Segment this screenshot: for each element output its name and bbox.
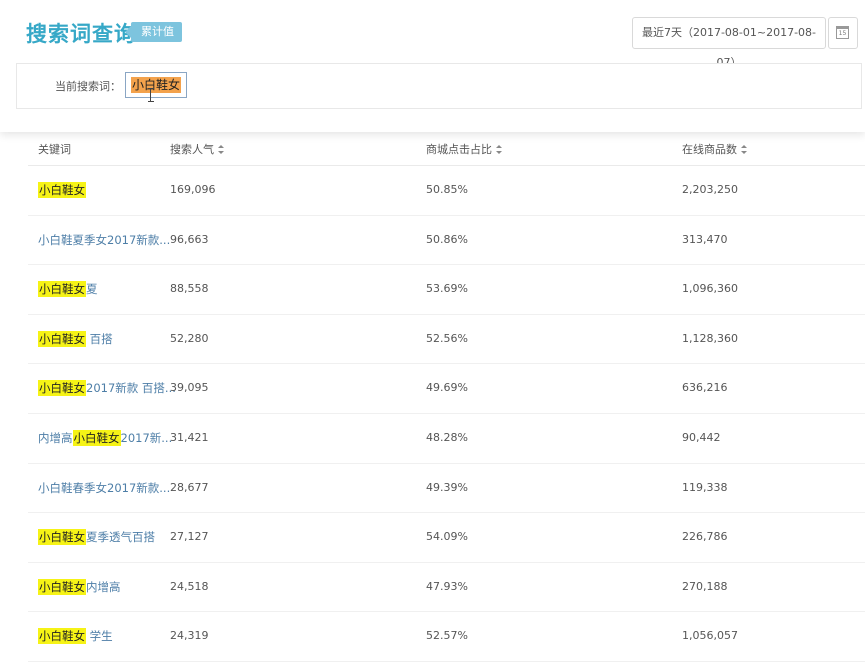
table-row: 小白鞋春季女2017新款... 28,677 49.39% 119,338 — [28, 464, 865, 514]
keyword-suffix: 内增高 — [86, 579, 121, 594]
keyword-link[interactable]: 小白鞋女 百搭 — [38, 330, 113, 347]
keyword-link[interactable]: 小白鞋女 学生 — [38, 628, 113, 645]
sort-icon[interactable] — [218, 145, 224, 154]
search-popularity-cell: 52,280 — [170, 331, 209, 345]
click-ratio-cell: 50.85% — [426, 183, 468, 196]
table-row: 小白鞋女夏 88,558 53.69% 1,096,360 — [28, 265, 865, 315]
click-ratio-cell: 52.56% — [426, 331, 468, 345]
keyword-suffix: 2017新款 百搭... — [86, 381, 176, 396]
online-products-cell: 2,203,250 — [682, 183, 738, 196]
keyword-link[interactable]: 小白鞋女夏季透气百搭 — [38, 529, 155, 546]
search-term-input[interactable]: 小白鞋女 — [125, 72, 188, 98]
keyword-link[interactable]: 小白鞋女内增高 — [38, 578, 121, 595]
search-popularity-cell: 96,663 — [170, 232, 209, 246]
click-ratio-cell: 50.86% — [426, 232, 468, 246]
keyword-highlight: 小白鞋女 — [38, 330, 86, 347]
keyword-prefix: 内增高 — [38, 430, 73, 445]
keyword-link[interactable]: 小白鞋女2017新款 百搭... — [38, 380, 176, 397]
table-row: 小白鞋女内增高 24,518 47.93% 270,188 — [28, 563, 865, 613]
table-row: 小白鞋女夏季透气百搭 27,127 54.09% 226,786 — [28, 513, 865, 563]
header-search-popularity[interactable]: 搜索人气 — [170, 141, 224, 157]
header-online-products[interactable]: 在线商品数 — [682, 141, 747, 157]
click-ratio-cell: 53.69% — [426, 282, 468, 296]
header-mall-click-ratio[interactable]: 商城点击占比 — [426, 141, 502, 157]
sort-icon[interactable] — [496, 145, 502, 154]
keyword-link[interactable]: 小白鞋春季女2017新款... — [38, 480, 170, 496]
query-header: 搜索词查询 累计值 最近7天（2017-08-01~2017-08-07） 15… — [0, 0, 865, 132]
keyword-prefix: 小白鞋夏季女2017新款... — [38, 232, 171, 247]
online-products-cell: 90,442 — [682, 430, 721, 444]
search-panel: 当前搜索词： 小白鞋女 — [16, 63, 862, 109]
table-row: 小白鞋女 169,096 50.85% 2,203,250 — [28, 166, 865, 216]
online-products-cell: 1,056,057 — [682, 629, 738, 643]
keyword-suffix: 2017新... — [120, 430, 173, 445]
keyword-suffix: 夏季透气百搭 — [86, 530, 155, 545]
click-ratio-cell: 47.93% — [426, 579, 468, 593]
click-ratio-cell: 52.57% — [426, 629, 468, 643]
results-table: 关键词 搜索人气 商城点击占比 在线商品数 小白鞋女 169,096 50.85% 2… — [28, 132, 865, 662]
search-popularity-cell: 27,127 — [170, 530, 209, 544]
table-row: 小白鞋女 学生 24,319 52.57% 1,056,057 — [28, 612, 865, 662]
table-row: 小白鞋女 百搭 52,280 52.56% 1,128,360 — [28, 315, 865, 365]
search-label: 当前搜索词： — [55, 80, 121, 93]
keyword-link[interactable]: 小白鞋女 — [38, 182, 86, 198]
keyword-link[interactable]: 内增高小白鞋女2017新... — [38, 429, 173, 446]
date-range-selector[interactable]: 最近7天（2017-08-01~2017-08-07） — [632, 17, 826, 69]
online-products-cell: 119,338 — [682, 480, 728, 494]
search-popularity-cell: 24,518 — [170, 579, 209, 593]
search-popularity-cell: 28,677 — [170, 480, 209, 494]
keyword-highlight: 小白鞋女 — [38, 529, 86, 546]
keyword-prefix: 小白鞋春季女2017新款... — [38, 480, 171, 495]
online-products-cell: 1,096,360 — [682, 282, 738, 296]
online-products-cell: 1,128,360 — [682, 331, 738, 345]
online-products-cell: 270,188 — [682, 579, 728, 593]
keyword-link[interactable]: 小白鞋女夏 — [38, 281, 98, 298]
table-row: 小白鞋女2017新款 百搭... 39,095 49.69% 636,216 — [28, 364, 865, 414]
keyword-highlight: 小白鞋女 — [38, 578, 86, 595]
text-cursor-icon — [148, 88, 154, 102]
search-popularity-cell: 31,421 — [170, 430, 209, 444]
click-ratio-cell: 49.39% — [426, 480, 468, 494]
online-products-cell: 226,786 — [682, 530, 728, 544]
click-ratio-cell: 54.09% — [426, 530, 468, 544]
sort-icon[interactable] — [741, 145, 747, 154]
click-ratio-cell: 49.69% — [426, 381, 468, 395]
keyword-highlight: 小白鞋女 — [72, 429, 121, 446]
online-products-cell: 313,470 — [682, 232, 728, 246]
cumulative-value-tag: 累计值 — [125, 22, 182, 42]
table-header: 关键词 搜索人气 商城点击占比 在线商品数 — [28, 132, 865, 166]
search-popularity-cell: 88,558 — [170, 282, 209, 296]
search-popularity-cell: 39,095 — [170, 381, 209, 395]
keyword-suffix: 学生 — [86, 629, 113, 644]
keyword-highlight: 小白鞋女 — [38, 182, 86, 198]
keyword-suffix: 夏 — [86, 282, 98, 297]
table-row: 小白鞋夏季女2017新款... 96,663 50.86% 313,470 — [28, 216, 865, 266]
keyword-highlight: 小白鞋女 — [38, 628, 86, 645]
calendar-button[interactable]: 15 — [828, 17, 858, 49]
calendar-icon: 15 — [836, 26, 849, 39]
keyword-link[interactable]: 小白鞋夏季女2017新款... — [38, 232, 170, 248]
search-popularity-cell: 169,096 — [170, 183, 216, 196]
page-title: 搜索词查询 — [26, 22, 136, 46]
click-ratio-cell: 48.28% — [426, 430, 468, 444]
online-products-cell: 636,216 — [682, 381, 728, 395]
search-popularity-cell: 24,319 — [170, 629, 209, 643]
table-row: 内增高小白鞋女2017新... 31,421 48.28% 90,442 — [28, 414, 865, 464]
keyword-highlight: 小白鞋女 — [38, 380, 86, 397]
keyword-suffix: 百搭 — [86, 331, 113, 346]
search-term-text: 小白鞋女 — [131, 77, 182, 93]
keyword-highlight: 小白鞋女 — [38, 281, 86, 298]
header-keyword: 关键词 — [38, 143, 71, 156]
